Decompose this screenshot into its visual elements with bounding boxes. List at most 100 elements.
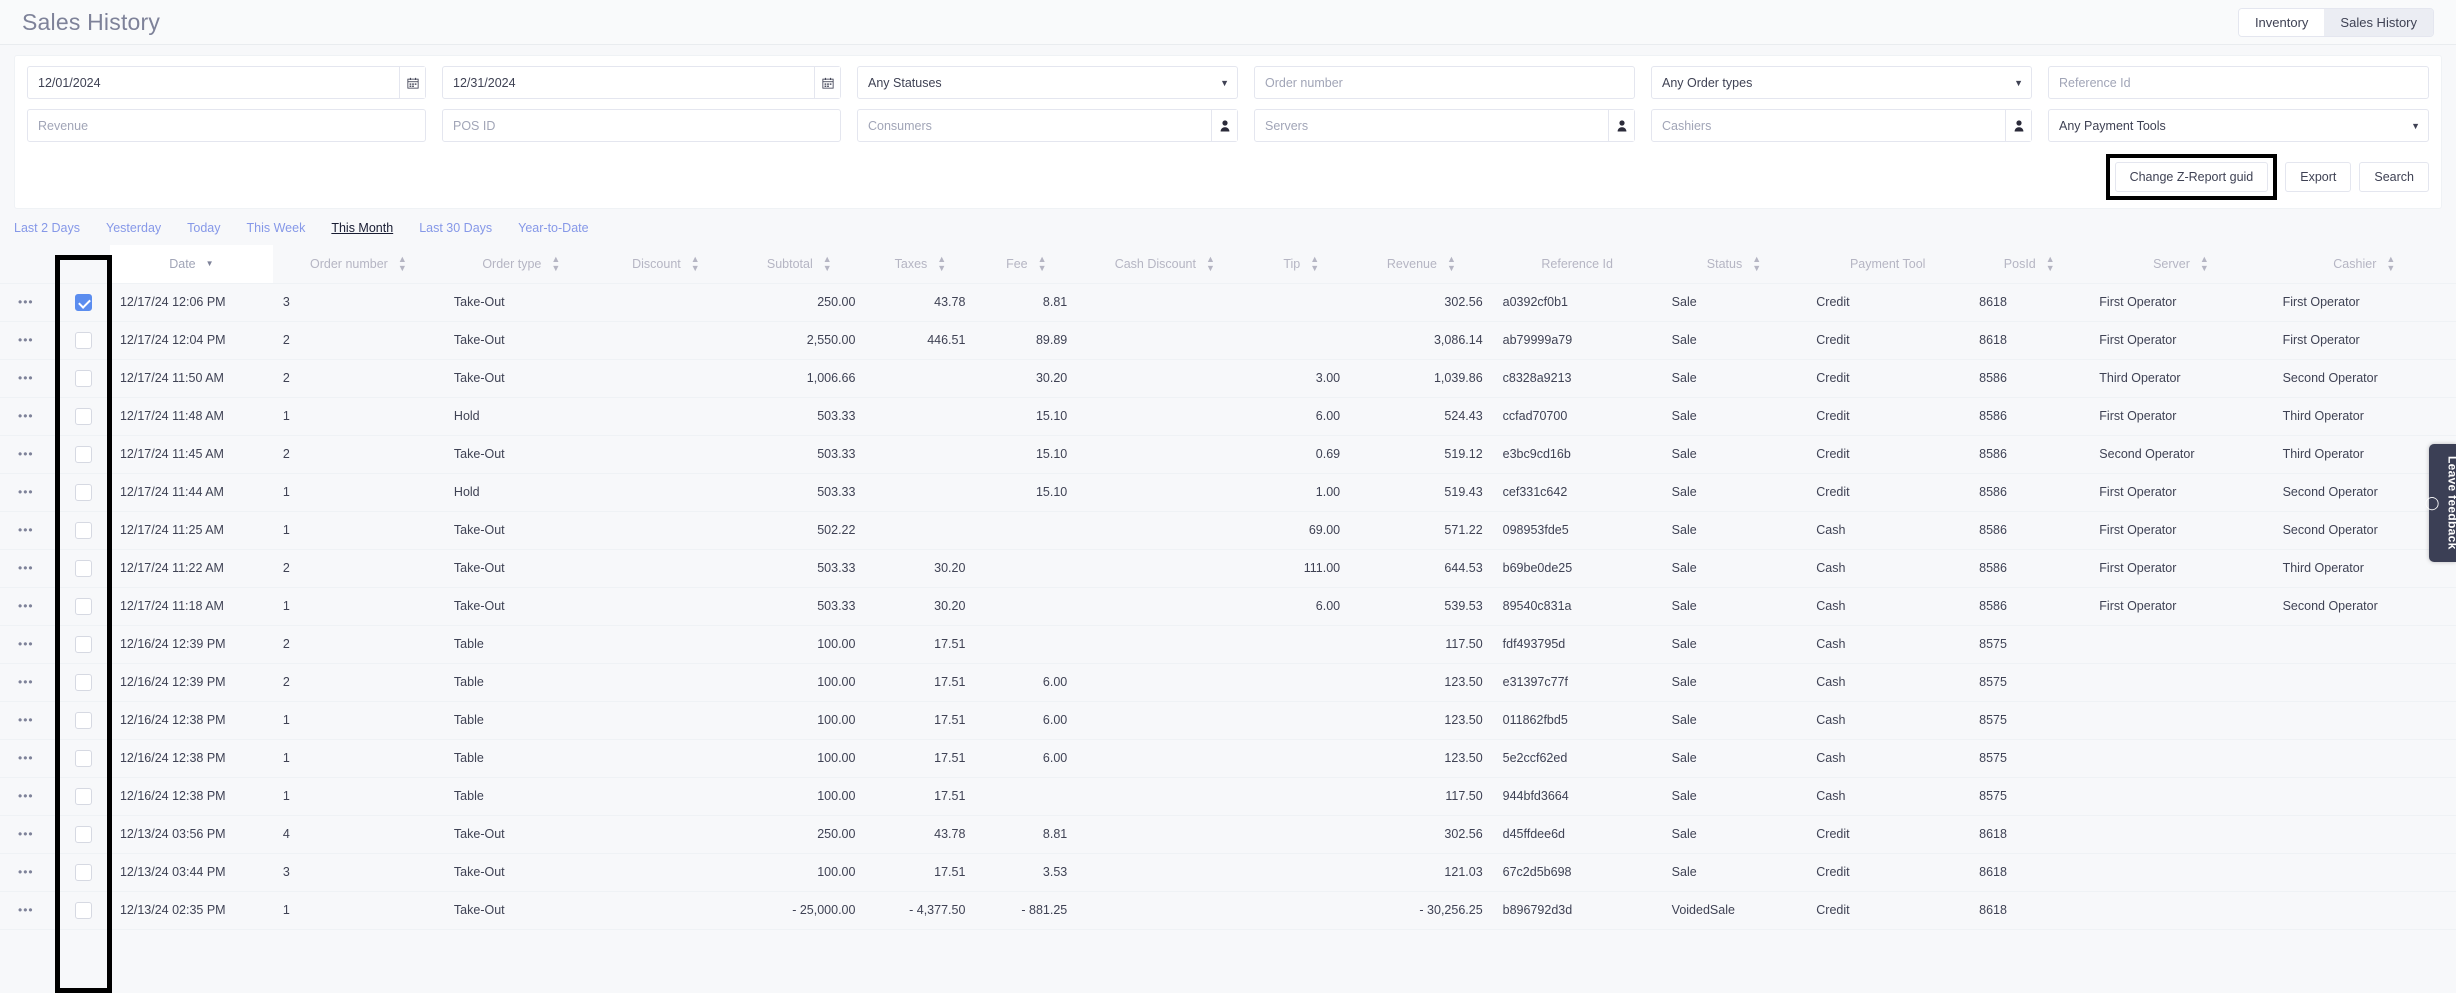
- row-checkbox[interactable]: [75, 332, 92, 349]
- th-fee[interactable]: Fee▲▼: [975, 245, 1077, 283]
- row-menu-icon[interactable]: •••: [10, 523, 34, 537]
- table-row[interactable]: •••12/13/24 03:44 PM3Take-Out100.0017.51…: [0, 853, 2456, 891]
- th-order-type[interactable]: Order type▲▼: [444, 245, 599, 283]
- row-menu-icon[interactable]: •••: [10, 599, 34, 613]
- row-select-cell[interactable]: [57, 511, 110, 549]
- row-checkbox[interactable]: [75, 712, 92, 729]
- search-button[interactable]: Search: [2359, 162, 2429, 192]
- row-select-cell[interactable]: [57, 435, 110, 473]
- calendar-icon[interactable]: [814, 67, 840, 98]
- row-menu-icon[interactable]: •••: [10, 789, 34, 803]
- th-server[interactable]: Server▲▼: [2089, 245, 2272, 283]
- table-row[interactable]: •••12/16/24 12:39 PM2Table100.0017.51117…: [0, 625, 2456, 663]
- th-subtotal[interactable]: Subtotal▲▼: [733, 245, 865, 283]
- row-menu-icon[interactable]: •••: [10, 865, 34, 879]
- order-type-select[interactable]: Any Order types: [1651, 66, 2032, 99]
- export-button[interactable]: Export: [2285, 162, 2351, 192]
- row-select-cell[interactable]: [57, 473, 110, 511]
- quick-range-last-2-days[interactable]: Last 2 Days: [14, 221, 80, 235]
- cashiers-input[interactable]: [1651, 109, 2032, 142]
- table-row[interactable]: •••12/17/24 11:44 AM1Hold503.3315.101.00…: [0, 473, 2456, 511]
- row-menu-icon[interactable]: •••: [10, 675, 34, 689]
- row-checkbox[interactable]: [75, 522, 92, 539]
- row-menu-icon[interactable]: •••: [10, 561, 34, 575]
- th-posid[interactable]: PosId▲▼: [1969, 245, 2089, 283]
- row-menu-icon[interactable]: •••: [10, 371, 34, 385]
- row-menu-icon[interactable]: •••: [10, 295, 34, 309]
- change-z-report-button[interactable]: Change Z-Report guid: [2115, 162, 2269, 192]
- table-row[interactable]: •••12/16/24 12:38 PM1Table100.0017.516.0…: [0, 739, 2456, 777]
- table-row[interactable]: •••12/17/24 12:06 PM3Take-Out250.0043.78…: [0, 283, 2456, 321]
- row-checkbox[interactable]: [75, 826, 92, 843]
- row-checkbox[interactable]: [75, 750, 92, 767]
- quick-range-this-week[interactable]: This Week: [247, 221, 306, 235]
- reference-id-input[interactable]: [2048, 66, 2429, 99]
- status-select[interactable]: Any Statuses: [857, 66, 1238, 99]
- tab-sales-history[interactable]: Sales History: [2324, 9, 2433, 36]
- row-select-cell[interactable]: [57, 321, 110, 359]
- th-discount[interactable]: Discount▲▼: [599, 245, 733, 283]
- row-checkbox[interactable]: [75, 788, 92, 805]
- table-row[interactable]: •••12/16/24 12:38 PM1Table100.0017.516.0…: [0, 701, 2456, 739]
- table-row[interactable]: •••12/13/24 02:35 PM1Take-Out- 25,000.00…: [0, 891, 2456, 929]
- leave-feedback-tab[interactable]: ◯ Leave feedback: [2429, 444, 2456, 562]
- tab-inventory[interactable]: Inventory: [2239, 9, 2324, 36]
- quick-range-year-to-date[interactable]: Year-to-Date: [518, 221, 588, 235]
- revenue-input[interactable]: [27, 109, 426, 142]
- table-row[interactable]: •••12/16/24 12:39 PM2Table100.0017.516.0…: [0, 663, 2456, 701]
- servers-input[interactable]: [1254, 109, 1635, 142]
- row-select-cell[interactable]: [57, 359, 110, 397]
- row-menu-icon[interactable]: •••: [10, 903, 34, 917]
- row-menu-icon[interactable]: •••: [10, 333, 34, 347]
- row-checkbox[interactable]: [75, 674, 92, 691]
- row-checkbox[interactable]: [75, 560, 92, 577]
- th-tip[interactable]: Tip▲▼: [1252, 245, 1350, 283]
- row-checkbox[interactable]: [75, 636, 92, 653]
- table-row[interactable]: •••12/13/24 03:56 PM4Take-Out250.0043.78…: [0, 815, 2456, 853]
- person-icon[interactable]: [2005, 110, 2031, 141]
- date-to-input[interactable]: [442, 66, 841, 99]
- th-cashier[interactable]: Cashier▲▼: [2273, 245, 2456, 283]
- row-checkbox[interactable]: [75, 294, 92, 311]
- table-row[interactable]: •••12/16/24 12:38 PM1Table100.0017.51117…: [0, 777, 2456, 815]
- th-revenue[interactable]: Revenue▲▼: [1350, 245, 1493, 283]
- row-select-cell[interactable]: [57, 283, 110, 321]
- row-menu-icon[interactable]: •••: [10, 409, 34, 423]
- row-select-cell[interactable]: [57, 815, 110, 853]
- table-row[interactable]: •••12/17/24 11:18 AM1Take-Out503.3330.20…: [0, 587, 2456, 625]
- table-row[interactable]: •••12/17/24 11:45 AM2Take-Out503.3315.10…: [0, 435, 2456, 473]
- table-row[interactable]: •••12/17/24 11:50 AM2Take-Out1,006.6630.…: [0, 359, 2456, 397]
- quick-range-today[interactable]: Today: [187, 221, 220, 235]
- table-row[interactable]: •••12/17/24 12:04 PM2Take-Out2,550.00446…: [0, 321, 2456, 359]
- table-row[interactable]: •••12/17/24 11:22 AM2Take-Out503.3330.20…: [0, 549, 2456, 587]
- th-cash-discount[interactable]: Cash Discount▲▼: [1077, 245, 1252, 283]
- row-menu-icon[interactable]: •••: [10, 637, 34, 651]
- row-select-cell[interactable]: [57, 891, 110, 929]
- table-row[interactable]: •••12/17/24 11:48 AM1Hold503.3315.106.00…: [0, 397, 2456, 435]
- consumers-input[interactable]: [857, 109, 1238, 142]
- row-checkbox[interactable]: [75, 902, 92, 919]
- person-icon[interactable]: [1211, 110, 1237, 141]
- row-menu-icon[interactable]: •••: [10, 751, 34, 765]
- row-select-cell[interactable]: [57, 853, 110, 891]
- th-order-number[interactable]: Order number▲▼: [273, 245, 444, 283]
- row-select-cell[interactable]: [57, 397, 110, 435]
- row-select-cell[interactable]: [57, 549, 110, 587]
- th-status[interactable]: Status▲▼: [1662, 245, 1807, 283]
- row-menu-icon[interactable]: •••: [10, 713, 34, 727]
- row-checkbox[interactable]: [75, 446, 92, 463]
- order-number-input[interactable]: [1254, 66, 1635, 99]
- th-taxes[interactable]: Taxes▲▼: [865, 245, 975, 283]
- th-select-all[interactable]: [57, 245, 110, 283]
- row-select-cell[interactable]: [57, 701, 110, 739]
- row-checkbox[interactable]: [75, 598, 92, 615]
- row-select-cell[interactable]: [57, 663, 110, 701]
- row-menu-icon[interactable]: •••: [10, 447, 34, 461]
- row-checkbox[interactable]: [75, 864, 92, 881]
- row-select-cell[interactable]: [57, 625, 110, 663]
- row-select-cell[interactable]: [57, 777, 110, 815]
- row-menu-icon[interactable]: •••: [10, 827, 34, 841]
- row-select-cell[interactable]: [57, 587, 110, 625]
- row-checkbox[interactable]: [75, 408, 92, 425]
- calendar-icon[interactable]: [399, 67, 425, 98]
